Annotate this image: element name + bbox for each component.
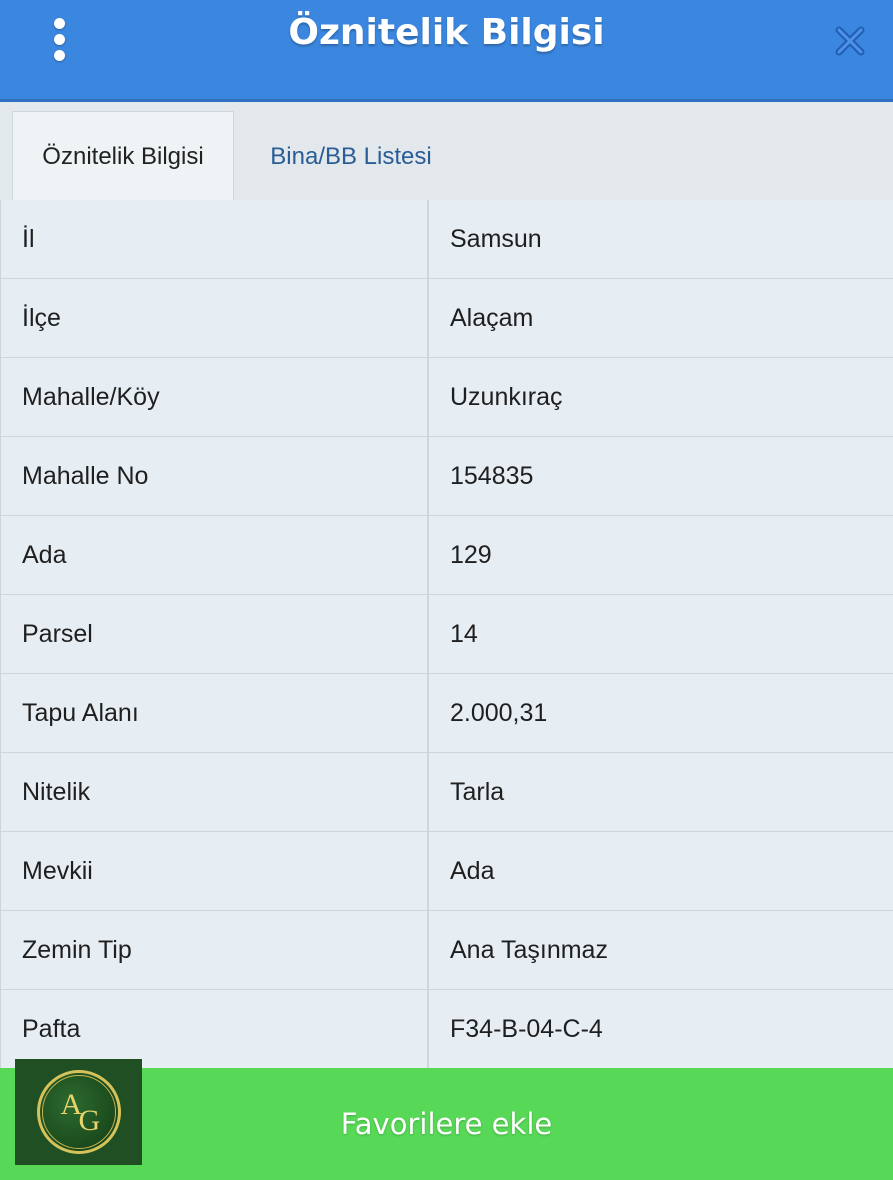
table-row: Mahalle/Köy Uzunkıraç <box>0 358 893 437</box>
table-row: İl Samsun <box>0 200 893 279</box>
attribute-label: Parsel <box>0 595 429 673</box>
attribute-table: İl Samsun İlçe Alaçam Mahalle/Köy Uzunkıraç Ma… <box>0 200 893 1069</box>
attribute-value: 14 <box>450 619 478 648</box>
add-to-favorites-label: Favorilere ekle <box>340 1107 553 1141</box>
attribute-value: Samsun <box>450 224 542 253</box>
attribute-label: Zemin Tip <box>0 911 429 989</box>
logo-letter-g: G <box>78 1104 101 1137</box>
tab-bar: Öznitelik Bilgisi Bina/BB Listesi <box>0 102 893 202</box>
attribute-value: Ana Taşınmaz <box>450 935 608 964</box>
attribute-label: Mevkii <box>0 832 429 910</box>
table-row: Ada 129 <box>0 516 893 595</box>
attribute-label: Tapu Alanı <box>0 674 429 752</box>
attribute-label: Nitelik <box>0 753 429 831</box>
attribute-label: İl <box>0 200 429 278</box>
attribute-value: 154835 <box>450 461 534 490</box>
attribute-value: Uzunkıraç <box>450 382 563 411</box>
tab-oznitelik-bilgisi[interactable]: Öznitelik Bilgisi <box>12 111 234 202</box>
attribute-value: Ada <box>450 856 495 885</box>
logo-ring: A G <box>36 1070 121 1154</box>
header-bar: Öznitelik Bilgisi <box>0 0 893 102</box>
table-row: Tapu Alanı 2.000,31 <box>0 674 893 753</box>
attribute-value: F34-B-04-C-4 <box>450 1014 603 1043</box>
close-icon[interactable] <box>833 24 867 58</box>
tab-bina-bb-listesi[interactable]: Bina/BB Listesi <box>236 111 466 202</box>
attribute-value: Alaçam <box>450 303 534 332</box>
logo-inner: A G <box>41 1075 116 1149</box>
attribute-label: Pafta <box>0 990 429 1068</box>
table-row: Mevkii Ada <box>0 832 893 911</box>
attribute-label: Mahalle/Köy <box>0 358 429 436</box>
table-row: Mahalle No 154835 <box>0 437 893 516</box>
table-row: Nitelik Tarla <box>0 753 893 832</box>
attribute-label: Mahalle No <box>0 437 429 515</box>
page-title: Öznitelik Bilgisi <box>288 12 605 53</box>
attribute-value: 2.000,31 <box>450 698 548 727</box>
table-row: Zemin Tip Ana Taşınmaz <box>0 911 893 990</box>
attribute-value: 129 <box>450 540 492 569</box>
attribute-label: İlçe <box>0 279 429 357</box>
attribute-value: Tarla <box>450 777 505 806</box>
ag-logo: A G <box>15 1059 142 1165</box>
attribute-label: Ada <box>0 516 429 594</box>
table-row: Parsel 14 <box>0 595 893 674</box>
table-row: İlçe Alaçam <box>0 279 893 358</box>
table-row: Pafta F34-B-04-C-4 <box>0 990 893 1069</box>
